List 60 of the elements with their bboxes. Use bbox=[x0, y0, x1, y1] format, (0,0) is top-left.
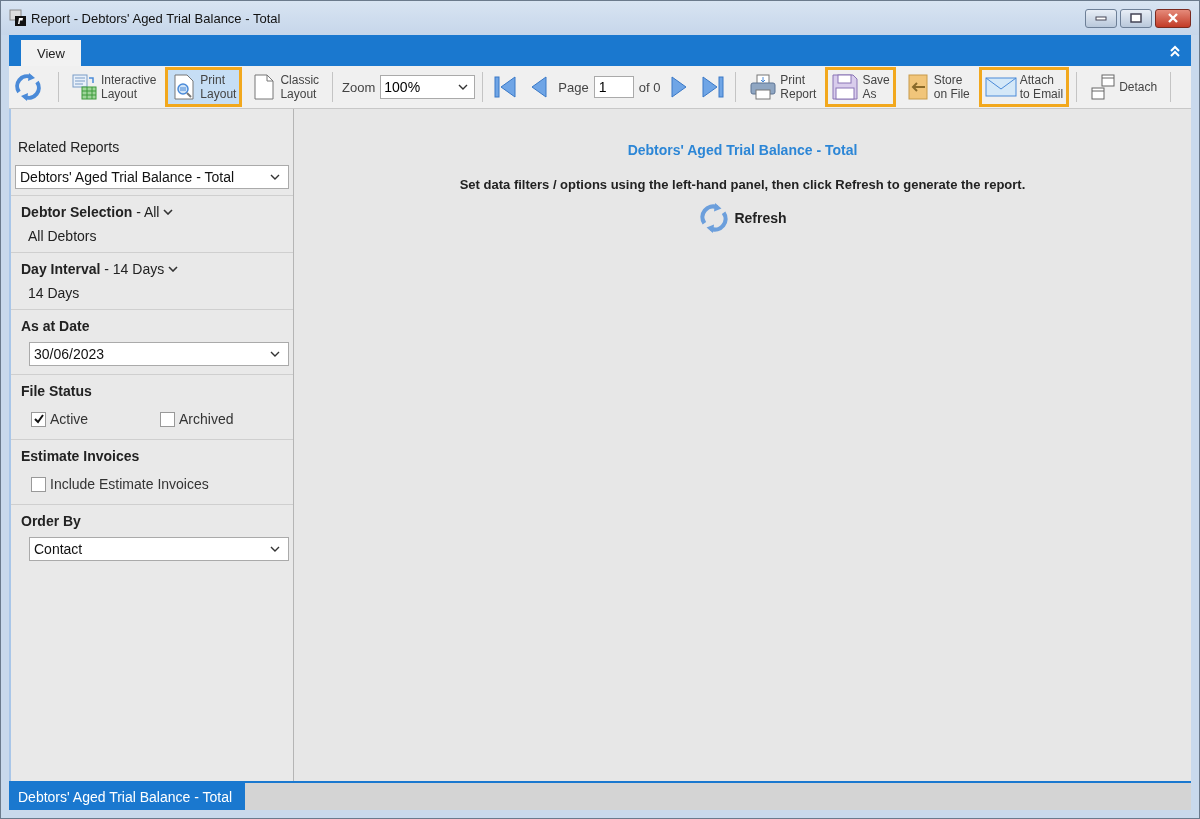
toolbar-button[interactable]: Attach to Email bbox=[978, 67, 1070, 107]
envelope-icon bbox=[984, 75, 1017, 99]
detach-button[interactable]: Detach bbox=[1084, 67, 1164, 107]
report-tab[interactable]: Debtors' Aged Trial Balance - Total bbox=[9, 783, 246, 810]
last-page-icon[interactable] bbox=[701, 75, 726, 99]
minimize-button[interactable] bbox=[1085, 8, 1117, 28]
refresh-icon[interactable] bbox=[13, 72, 43, 102]
first-page-icon[interactable] bbox=[493, 75, 518, 99]
collapse-ribbon-icon[interactable] bbox=[1169, 44, 1181, 57]
zoom-dropdown[interactable]: 100% bbox=[380, 75, 476, 99]
close-icon bbox=[1166, 13, 1180, 23]
layout-button[interactable]: Interactive Layout bbox=[66, 67, 163, 107]
windows-icon bbox=[1090, 74, 1117, 100]
minimize-icon bbox=[1094, 14, 1108, 22]
refresh-button[interactable]: Refresh bbox=[698, 202, 787, 234]
toolbar-button[interactable]: Print Report bbox=[743, 67, 823, 107]
chevron-down-icon bbox=[270, 546, 280, 552]
report-message: Set data filters / options using the left-hand panel, then click Refresh to generate the report. bbox=[459, 177, 1026, 192]
maximize-icon bbox=[1129, 13, 1143, 23]
ribbon-tab[interactable]: View bbox=[21, 40, 81, 66]
layout-button[interactable]: Print Layout bbox=[165, 67, 243, 107]
dropdown-field[interactable]: 30/06/2023 bbox=[29, 342, 289, 366]
maximize-button[interactable] bbox=[1120, 8, 1152, 28]
page-count: of 0 bbox=[638, 79, 661, 95]
dropdown-field[interactable]: Contact bbox=[29, 537, 289, 561]
section-heading: Estimate Invoices bbox=[21, 448, 141, 464]
section-heading: Order By bbox=[21, 513, 82, 529]
section-value: All Debtors bbox=[27, 228, 98, 244]
chevron-down-icon[interactable] bbox=[163, 209, 174, 215]
checkbox-label: Archived bbox=[179, 411, 234, 427]
chevron-down-icon[interactable] bbox=[168, 266, 179, 272]
check-icon bbox=[32, 413, 45, 425]
checkbox[interactable] bbox=[31, 411, 46, 427]
page-number-field[interactable]: 1 bbox=[593, 76, 634, 98]
chevron-down-icon bbox=[270, 174, 280, 180]
checkbox-label: Include Estimate Invoices bbox=[50, 476, 209, 492]
zoom-label: Zoom bbox=[342, 79, 376, 95]
related-reports-label: Related Reports bbox=[17, 139, 121, 155]
checkbox-label: Active bbox=[50, 411, 89, 427]
toolbar-button[interactable]: Save As bbox=[825, 67, 896, 107]
checkbox[interactable] bbox=[160, 411, 175, 427]
section-heading[interactable]: Day Interval - 14 Days bbox=[21, 261, 165, 277]
section-heading: As at Date bbox=[21, 318, 91, 334]
page-label: Page bbox=[558, 79, 589, 95]
chevron-down-icon bbox=[270, 351, 280, 357]
window-title: Report - Debtors' Aged Trial Balance - Total bbox=[31, 10, 281, 26]
report-title: Debtors' Aged Trial Balance - Total bbox=[627, 142, 858, 158]
checkbox[interactable] bbox=[31, 476, 46, 492]
table-document-icon bbox=[72, 74, 98, 100]
related-reports-dropdown[interactable]: Debtors' Aged Trial Balance - Total bbox=[15, 165, 289, 189]
printer-icon bbox=[749, 74, 778, 100]
layout-button[interactable]: Classic Layout bbox=[245, 67, 326, 107]
section-heading: File Status bbox=[21, 383, 93, 399]
close-button[interactable] bbox=[1155, 8, 1191, 28]
section-value: 14 Days bbox=[27, 285, 81, 301]
app-logo-icon bbox=[9, 9, 27, 27]
section-heading[interactable]: Debtor Selection - All bbox=[21, 204, 160, 220]
toolbar-button[interactable]: Store on File bbox=[898, 67, 976, 107]
chevron-down-icon bbox=[458, 84, 469, 90]
refresh-icon bbox=[698, 202, 731, 234]
